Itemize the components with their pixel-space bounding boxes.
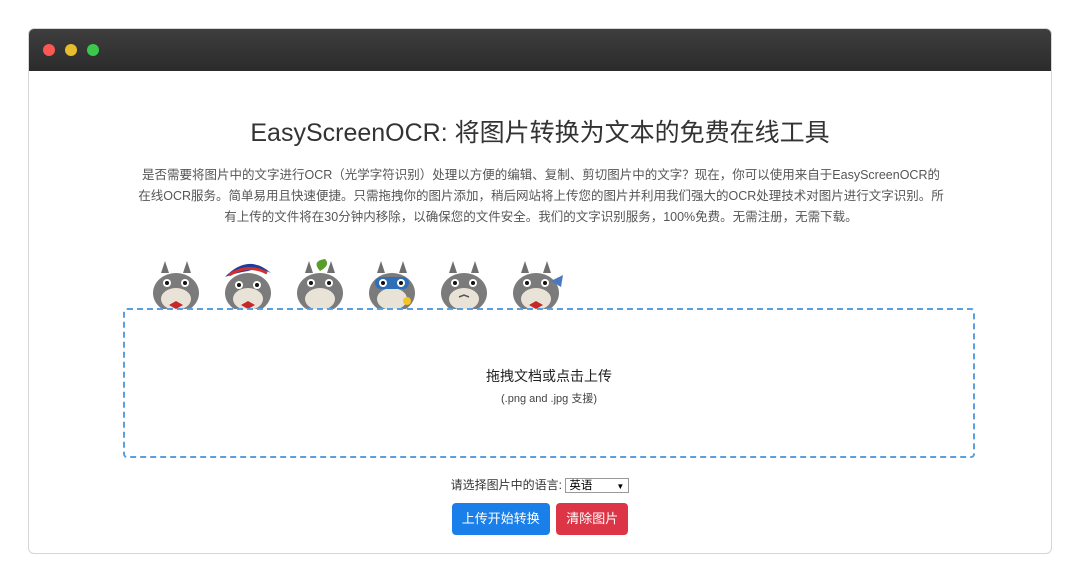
page-title: EasyScreenOCR: 将图片转换为文本的免费在线工具: [250, 119, 830, 147]
totoro-leaf-mascot-icon: [297, 259, 343, 309]
mascot-row: [147, 259, 567, 309]
language-label: 请选择图片中的语言:: [450, 478, 562, 492]
totoro-mascot-icon: [153, 261, 199, 309]
upload-dropzone[interactable]: 拖拽文档或点击上传 (.png and .jpg 支援): [123, 308, 975, 458]
totoro-plain-mascot-icon: [441, 261, 487, 309]
page-description: 是否需要将图片中的文字进行OCR（光学字符识别）处理以方便的编辑、复制、剪切图片…: [138, 168, 944, 224]
close-window-icon[interactable]: [43, 44, 55, 56]
language-row: 请选择图片中的语言: 英语 ▼: [29, 476, 1051, 494]
totoro-fish-mascot-icon: [513, 261, 563, 309]
language-selected-value: 英语: [569, 480, 593, 493]
language-select[interactable]: 英语 ▼: [565, 478, 630, 494]
dropdown-caret-icon: ▼: [616, 482, 625, 492]
dropzone-subtitle: (.png and .jpg 支援): [501, 393, 597, 405]
window-titlebar: [29, 29, 1051, 71]
maximize-window-icon[interactable]: [87, 44, 99, 56]
upload-convert-button[interactable]: 上传开始转换: [451, 503, 550, 535]
minimize-window-icon[interactable]: [65, 44, 77, 56]
clear-image-button[interactable]: 清除图片: [556, 503, 629, 535]
totoro-goggles-mascot-icon: [369, 261, 415, 309]
browser-window: EasyScreenOCR: 将图片转换为文本的免费在线工具 是否需要将图片中的…: [28, 28, 1052, 554]
dropzone-title: 拖拽文档或点击上传: [486, 368, 612, 384]
action-buttons: 上传开始转换 清除图片: [29, 503, 1051, 535]
totoro-hat-mascot-icon: [225, 263, 271, 309]
